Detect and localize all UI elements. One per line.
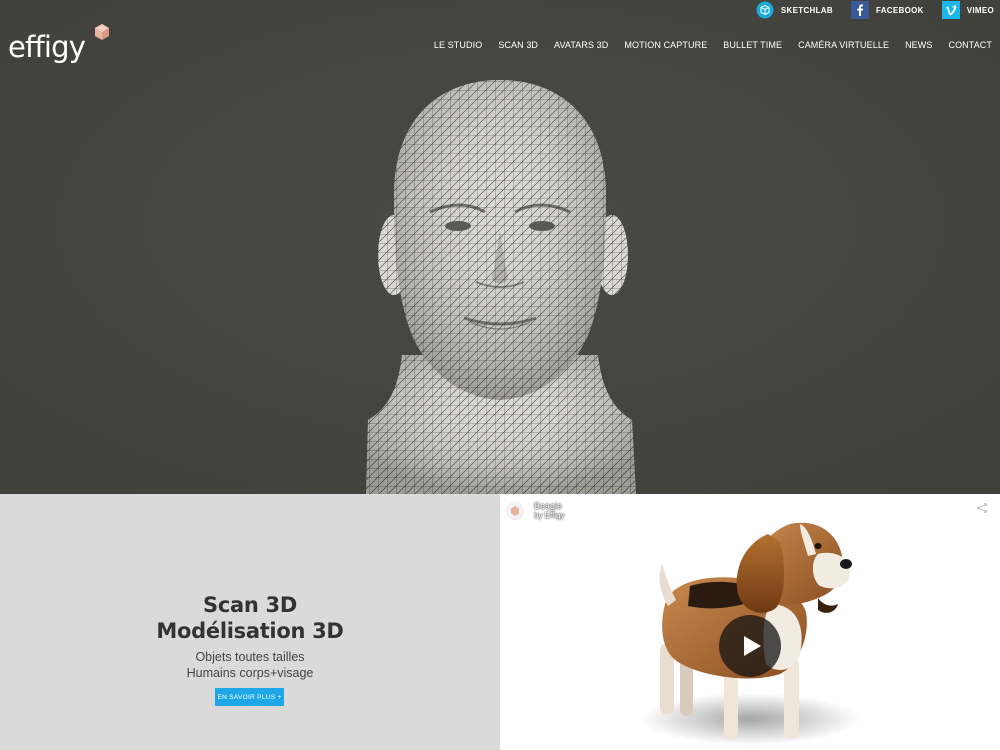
main-nav: LE STUDIO SCAN 3D AVATARS 3D MOTION CAPT…	[418, 40, 992, 50]
nav-item-motion-capture[interactable]: MOTION CAPTURE	[624, 40, 707, 50]
facebook-link[interactable]: FACEBOOK	[850, 0, 924, 20]
nav-item-news[interactable]: NEWS	[905, 40, 932, 50]
play-icon	[744, 636, 761, 656]
logo-text: effigy	[8, 30, 86, 64]
vimeo-link[interactable]: VIMEO	[941, 0, 994, 20]
sketchfab-link[interactable]: SKETCHLAB	[756, 0, 833, 20]
promo-subtitle: Objets toutes tailles Humains corps+visa…	[0, 649, 500, 681]
nav-item-avatars-3d[interactable]: AVATARS 3D	[554, 40, 608, 50]
facebook-link-label: FACEBOOK	[875, 5, 924, 15]
nav-item-camera-virtuelle[interactable]: CAMÉRA VIRTUELLE	[798, 40, 889, 50]
nav-item-le-studio[interactable]: LE STUDIO	[434, 40, 482, 50]
model-title[interactable]: Beagle	[534, 501, 562, 511]
promo-title: Scan 3D Modélisation 3D	[0, 592, 500, 644]
play-button[interactable]	[719, 615, 781, 677]
logo-gem-icon	[95, 24, 109, 40]
hero-banner: SKETCHLAB FACEBOOK VIMEO effigy LE STUDI…	[0, 0, 1000, 494]
vimeo-link-label: VIMEO	[966, 5, 994, 15]
promo-subtitle-line1: Objets toutes tailles	[195, 650, 305, 664]
nav-item-scan-3d[interactable]: SCAN 3D	[498, 40, 538, 50]
facebook-icon	[850, 1, 869, 19]
promo-title-line1: Scan 3D	[203, 593, 297, 617]
learn-more-button[interactable]: EN SAVOIR PLUS +	[215, 688, 284, 706]
share-icon[interactable]	[976, 502, 988, 514]
wireframe-head-image	[0, 0, 1000, 494]
scan-3d-promo: Scan 3D Modélisation 3D Objets toutes ta…	[0, 494, 500, 750]
promo-subtitle-line2: Humains corps+visage	[186, 666, 314, 680]
promo-title-line2: Modélisation 3D	[156, 619, 344, 643]
social-links-bar: SKETCHLAB FACEBOOK VIMEO	[738, 0, 1000, 20]
effigy-avatar-icon[interactable]	[506, 502, 524, 520]
model-author[interactable]: by Effigy	[534, 511, 565, 520]
nav-item-bullet-time[interactable]: BULLET TIME	[723, 40, 782, 50]
sketchfab-link-label: SKETCHLAB	[780, 5, 833, 15]
vimeo-icon	[941, 1, 960, 19]
sketchfab-viewer[interactable]: Beagle by Effigy	[500, 494, 1000, 750]
effigy-logo[interactable]: effigy	[8, 24, 118, 71]
nav-item-contact[interactable]: CONTACT	[948, 40, 992, 50]
sketchfab-icon	[756, 1, 774, 19]
